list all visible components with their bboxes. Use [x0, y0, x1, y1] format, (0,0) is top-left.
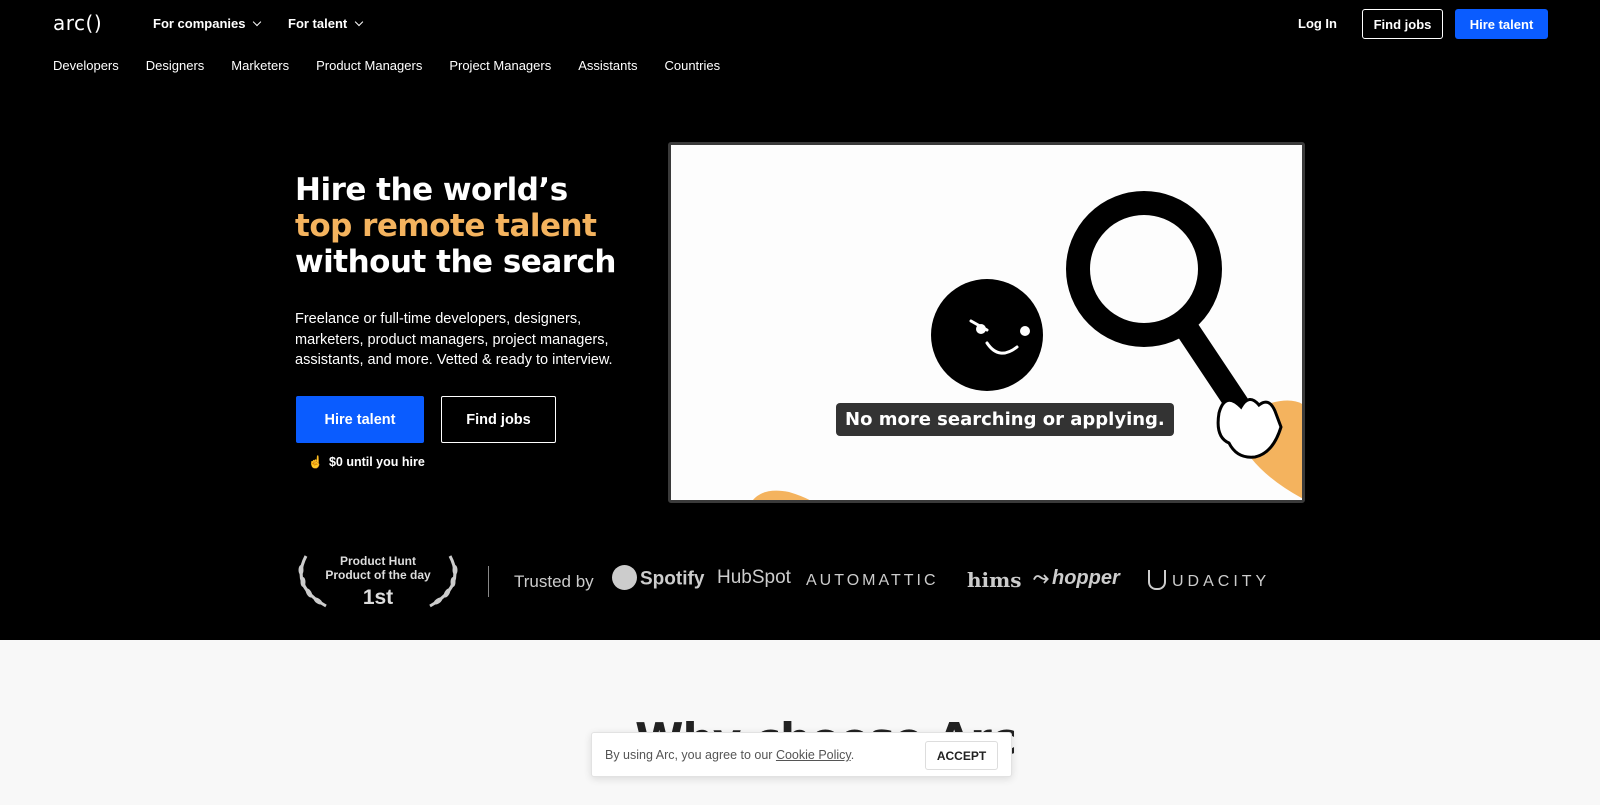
subnav-item-assistants[interactable]: Assistants	[578, 58, 637, 73]
hire-talent-button[interactable]: Hire talent	[296, 396, 424, 443]
product-hunt-badge[interactable]: Product Hunt Product of the day 1st	[294, 552, 462, 610]
cookie-text: By using Arc, you agree to our Cookie Po…	[605, 748, 854, 762]
header-find-jobs-button[interactable]: Find jobs	[1362, 9, 1443, 39]
brand-name: UDACITY	[1172, 573, 1271, 591]
accept-cookies-button[interactable]: ACCEPT	[925, 741, 998, 770]
udacity-logo: UDACITY	[1148, 570, 1271, 592]
hims-logo: hims	[967, 568, 1022, 592]
divider	[488, 566, 489, 597]
menu-for-companies[interactable]: For companies	[153, 16, 262, 31]
pointing-hand-icon: ☝	[308, 455, 323, 469]
menu-label: For companies	[153, 16, 246, 31]
decorative-shape	[753, 490, 810, 500]
subnav-item-developers[interactable]: Developers	[53, 58, 119, 73]
chevron-down-icon	[354, 17, 364, 27]
search-illustration	[753, 191, 1302, 500]
subnav-item-project-managers[interactable]: Project Managers	[449, 58, 551, 73]
badge-line1: Product Hunt	[340, 554, 416, 568]
subnav-item-product-managers[interactable]: Product Managers	[316, 58, 422, 73]
hero-video[interactable]: No more searching or applying.	[668, 142, 1305, 503]
automattic-logo: AUTOMATTIC	[806, 572, 939, 589]
header-hire-talent-button[interactable]: Hire talent	[1455, 9, 1548, 39]
badge-rank: 1st	[362, 586, 394, 609]
cookie-banner: By using Arc, you agree to our Cookie Po…	[591, 732, 1012, 777]
video-caption: No more searching or applying.	[836, 403, 1174, 436]
chevron-down-icon	[253, 17, 262, 27]
hero-heading: Hire the world’s top remote talent witho…	[295, 172, 616, 280]
cookie-text-before: By using Arc, you agree to our	[605, 748, 776, 762]
udacity-icon	[1148, 570, 1166, 590]
pricing-note: ☝ $0 until you hire	[308, 455, 425, 469]
hero-heading-line1: Hire the world’s	[295, 172, 568, 208]
login-link[interactable]: Log In	[1298, 16, 1337, 31]
magnifying-glass-icon	[1066, 191, 1251, 419]
hero-heading-line3: without the search	[295, 244, 616, 280]
hero-description: Freelance or full-time developers, desig…	[295, 311, 613, 368]
brand-name: Spotify	[640, 568, 705, 590]
find-jobs-button[interactable]: Find jobs	[441, 396, 556, 443]
hopper-logo: ⤳ hopper	[1033, 567, 1120, 590]
hubspot-logo: HubSpot	[717, 567, 791, 588]
subnav-item-designers[interactable]: Designers	[146, 58, 205, 73]
trusted-by-label: Trusted by	[514, 572, 594, 591]
pricing-note-text: $0 until you hire	[328, 455, 425, 469]
hopper-bunny-icon: ⤳	[1033, 567, 1049, 589]
hand-icon	[1216, 398, 1302, 499]
brand-name: hopper	[1052, 567, 1120, 589]
menu-label: For talent	[288, 16, 348, 31]
subnav-item-marketers[interactable]: Marketers	[231, 58, 289, 73]
category-navigation: Developers Designers Marketers Product M…	[53, 58, 747, 73]
subnav-item-countries[interactable]: Countries	[664, 58, 720, 73]
smiley-face-icon	[931, 279, 1043, 391]
hero-heading-accent: top remote talent	[295, 208, 597, 244]
badge-line2: Product of the day	[325, 568, 431, 582]
arc-logo[interactable]: arc()	[53, 11, 102, 35]
cookie-policy-link[interactable]: Cookie Policy	[776, 748, 851, 762]
spotify-icon	[612, 565, 637, 590]
cookie-text-after: .	[850, 748, 855, 762]
why-choose-section: Why choose Arc	[0, 640, 1600, 805]
badge-title: Product Hunt Product of the day	[294, 554, 462, 582]
menu-for-talent[interactable]: For talent	[288, 16, 364, 31]
spotify-logo: Spotify	[612, 565, 705, 592]
top-navigation: arc() For companies For talent Log In Fi…	[0, 0, 1600, 48]
